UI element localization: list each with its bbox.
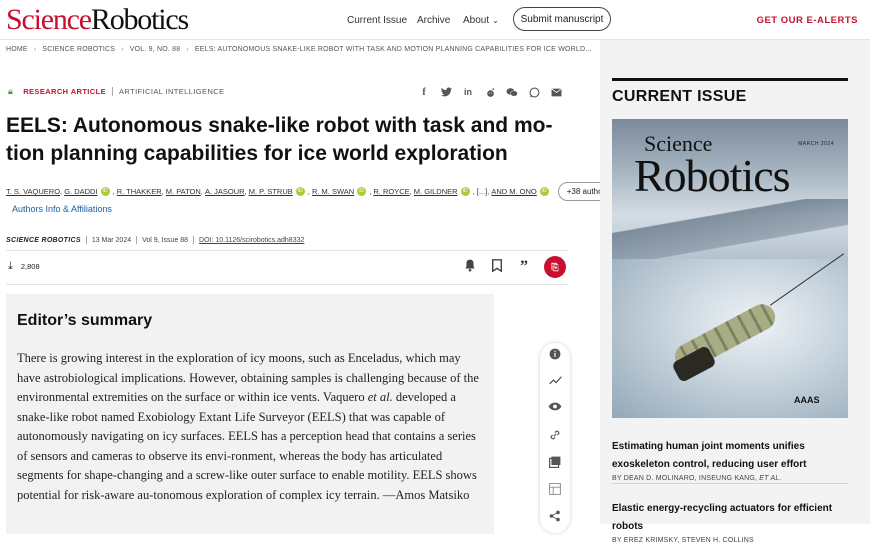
author-link[interactable]: M. GILDNER bbox=[414, 187, 458, 196]
breadcrumb: HOME › SCIENCE ROBOTICS › VOL. 9, NO. 88… bbox=[6, 46, 592, 53]
orcid-icon[interactable]: iD bbox=[295, 187, 305, 196]
author-link[interactable]: R. THAKKER bbox=[117, 187, 162, 196]
sidebar-article-byline: BY DEAN D. MOLINARO, INSEUNG KANG, ET AL… bbox=[612, 475, 862, 482]
author-link[interactable]: M. P. STRUB bbox=[249, 187, 293, 196]
table-icon[interactable] bbox=[540, 483, 570, 498]
quote-icon[interactable]: ” bbox=[517, 258, 531, 276]
chevron-down-icon: ⌄ bbox=[492, 15, 499, 25]
publication-info: SCIENCE ROBOTICS 13 Mar 2024 Vol 9, Issu… bbox=[6, 236, 304, 244]
images-icon[interactable] bbox=[540, 456, 570, 471]
breadcrumb-journal[interactable]: SCIENCE ROBOTICS bbox=[42, 46, 115, 53]
divider bbox=[6, 250, 568, 251]
summary-body: There is growing interest in the explora… bbox=[17, 349, 487, 505]
article-side-rail bbox=[540, 343, 570, 533]
cover-publisher: AAAS bbox=[794, 395, 820, 405]
lock-icon: 🔒︎ bbox=[8, 86, 14, 96]
sidebar-article-title[interactable]: Elastic energy-recycling actuators for e… bbox=[612, 503, 832, 532]
e-alerts-link[interactable]: GET OUR E-ALERTS bbox=[757, 0, 858, 40]
breadcrumb-separator: › bbox=[186, 46, 189, 53]
sidebar-article: Estimating human joint moments unifies e… bbox=[612, 436, 862, 482]
bell-icon[interactable] bbox=[463, 259, 477, 275]
site-header: ScienceRobotics Current Issue Archive Ab… bbox=[0, 0, 870, 40]
divider bbox=[612, 483, 848, 484]
editor-summary: Editor’s summary There is growing intere… bbox=[6, 294, 494, 534]
summary-emphasis: et al. bbox=[367, 390, 393, 404]
divider bbox=[136, 236, 138, 244]
sidebar-article-title[interactable]: Estimating human joint moments unifies e… bbox=[612, 441, 806, 470]
breadcrumb-separator: › bbox=[33, 46, 37, 53]
linkedin-icon[interactable]: in bbox=[461, 85, 475, 99]
breadcrumb-current: EELS: AUTONOMOUS SNAKE-LIKE ROBOT WITH T… bbox=[194, 46, 592, 53]
authors-affiliations-link[interactable]: Authors Info & Affiliations bbox=[12, 204, 112, 214]
author-link[interactable]: G. DADDI bbox=[64, 187, 97, 196]
heading-rule bbox=[612, 78, 848, 81]
article-tools: ” ⎘ bbox=[463, 256, 566, 278]
wechat-icon[interactable] bbox=[505, 85, 519, 99]
orcid-icon[interactable]: iD bbox=[539, 187, 549, 196]
doi-link[interactable]: DOI: 10.1126/scirobotics.adh8332 bbox=[199, 237, 304, 244]
author-link[interactable]: T. S. VAQUERO bbox=[6, 187, 60, 196]
author-list: T. S. VAQUERO, G. DADDI iD, R. THAKKER, … bbox=[6, 182, 619, 201]
whatsapp-icon[interactable] bbox=[527, 85, 541, 99]
author-link[interactable]: AND M. ONO bbox=[491, 187, 536, 196]
nav-archive[interactable]: Archive bbox=[417, 0, 450, 40]
orcid-icon[interactable]: iD bbox=[100, 187, 110, 196]
author-link[interactable]: R. M. SWAN bbox=[312, 187, 354, 196]
info-icon[interactable] bbox=[540, 348, 570, 363]
byline-text: BY EREZ KRIMSKY, STEVEN H. COLLINS bbox=[612, 537, 754, 544]
metrics-icon[interactable] bbox=[540, 375, 570, 388]
current-issue-sidebar: CURRENT ISSUE Science MARCH 2024 Robotic… bbox=[600, 40, 870, 544]
orcid-icon[interactable]: iD bbox=[460, 187, 470, 196]
nav-about[interactable]: About ⌄ bbox=[463, 0, 499, 40]
divider bbox=[6, 284, 568, 285]
divider bbox=[85, 236, 87, 244]
breadcrumb-issue[interactable]: VOL. 9, NO. 88 bbox=[130, 46, 181, 53]
bookmark-icon[interactable] bbox=[490, 259, 504, 275]
breadcrumb-separator: › bbox=[121, 46, 124, 53]
email-icon[interactable] bbox=[549, 85, 563, 99]
twitter-icon[interactable] bbox=[439, 85, 453, 99]
breadcrumb-home[interactable]: HOME bbox=[6, 46, 28, 53]
download-count: ⤓ 2,808 bbox=[8, 260, 40, 273]
issue-cover-image[interactable]: Science MARCH 2024 Robotics AAAS bbox=[612, 119, 848, 418]
publication-date: 13 Mar 2024 bbox=[91, 236, 132, 244]
pdf-icon[interactable]: ⎘ bbox=[544, 256, 566, 278]
site-logo[interactable]: ScienceRobotics bbox=[6, 3, 189, 37]
meta-divider bbox=[112, 87, 113, 96]
byline-text: BY DEAN D. MOLINARO, INSEUNG KANG, bbox=[612, 475, 760, 482]
submit-manuscript-button[interactable]: Submit manuscript bbox=[513, 7, 611, 31]
issue-info: Vol 9, Issue 88 bbox=[142, 236, 189, 244]
article-title: EELS: Autonomous snake-like robot with t… bbox=[6, 114, 553, 165]
divider bbox=[193, 236, 195, 244]
cover-title-robotics: Robotics bbox=[634, 150, 791, 201]
byline-etal: ET AL. bbox=[759, 475, 782, 482]
author-link[interactable]: R. ROYCE bbox=[373, 187, 409, 196]
authors-ellipsis: [...] bbox=[476, 187, 488, 196]
cover-date: MARCH 2024 bbox=[798, 141, 834, 147]
sidebar-article-byline: BY EREZ KRIMSKY, STEVEN H. COLLINS bbox=[612, 537, 862, 544]
nav-current-issue[interactable]: Current Issue bbox=[347, 0, 407, 40]
subject-tag[interactable]: ARTIFICIAL INTELLIGENCE bbox=[119, 87, 224, 96]
facebook-icon[interactable]: f bbox=[417, 85, 431, 99]
author-link[interactable]: A. JASOUR bbox=[205, 187, 245, 196]
sidebar-article: Elastic energy-recycling actuators for e… bbox=[612, 498, 862, 544]
nav-about-label: About bbox=[463, 14, 490, 26]
journal-name: SCIENCE ROBOTICS bbox=[6, 236, 81, 244]
author-link[interactable]: M. PATON bbox=[166, 187, 201, 196]
summary-heading: Editor’s summary bbox=[17, 312, 153, 329]
article-type-tag[interactable]: RESEARCH ARTICLE bbox=[23, 87, 106, 96]
share-icon[interactable] bbox=[540, 510, 570, 525]
summary-text: developed a snake-like robot named Exobi… bbox=[17, 390, 477, 502]
eye-icon[interactable] bbox=[540, 402, 570, 414]
download-count-value: 2,808 bbox=[20, 262, 40, 271]
logo-robotics: Robotics bbox=[90, 3, 189, 36]
orcid-icon[interactable]: iD bbox=[357, 187, 367, 196]
share-bar: f in bbox=[417, 85, 563, 99]
reddit-icon[interactable] bbox=[483, 85, 497, 99]
current-issue-heading: CURRENT ISSUE bbox=[612, 88, 747, 105]
article-meta: 🔒︎ RESEARCH ARTICLE ARTIFICIAL INTELLIGE… bbox=[8, 86, 224, 97]
logo-science: Science bbox=[6, 3, 92, 36]
download-icon: ⤓ bbox=[8, 260, 13, 272]
link-icon[interactable] bbox=[540, 429, 570, 444]
